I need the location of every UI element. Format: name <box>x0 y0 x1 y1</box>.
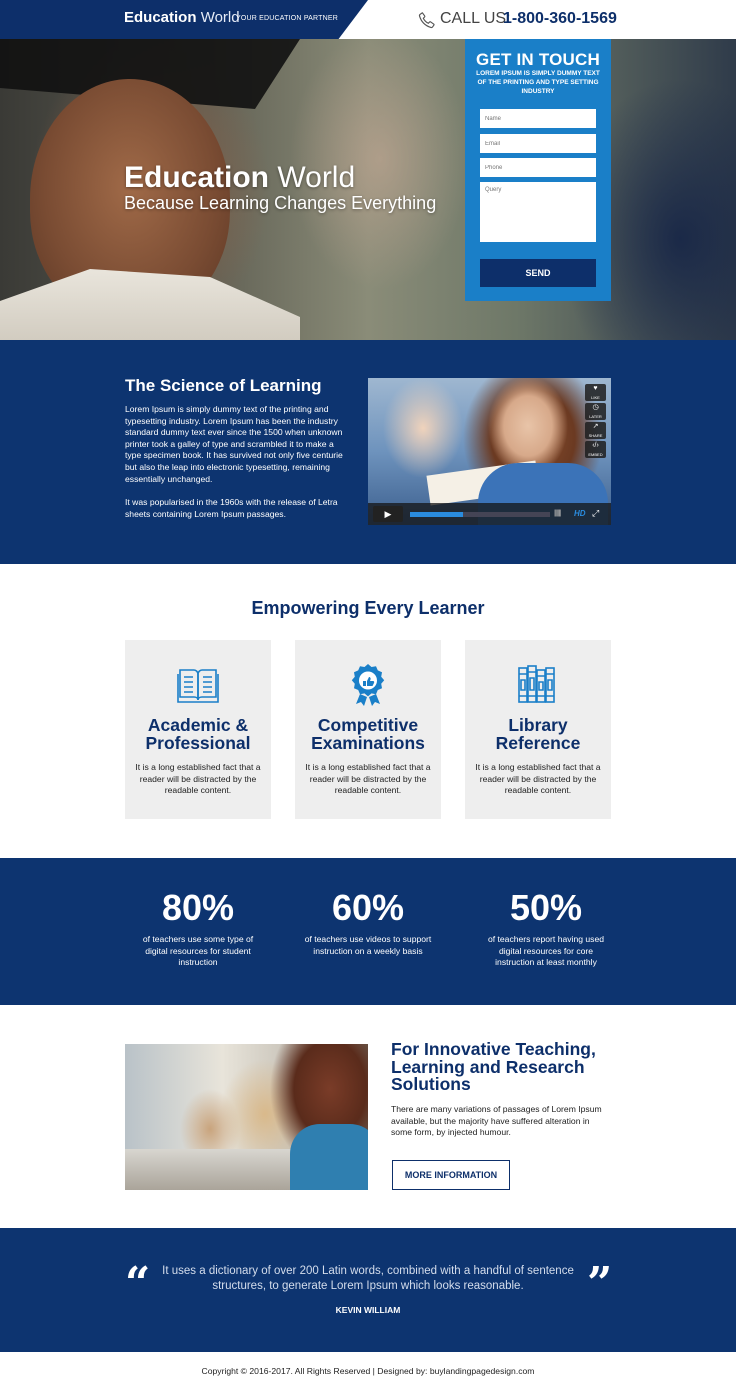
stat-value: 60% <box>331 887 405 928</box>
stat-text: of teachers use some type of digital res… <box>142 934 254 968</box>
card-title-line-1: Academic & <box>147 715 249 735</box>
volume-icon[interactable]: |||||||| <box>554 510 561 517</box>
stat-value: 80% <box>161 887 235 928</box>
hero-gown-shape <box>0 269 300 340</box>
call-number[interactable]: 1-800-360-1569 <box>503 10 617 28</box>
site-header: Education World YOUR EDUCATION PARTNER C… <box>0 0 736 39</box>
later-label: LATER <box>589 414 602 419</box>
award-badge-icon <box>351 664 385 706</box>
query-field[interactable] <box>480 182 596 242</box>
hero-title-bold: Education <box>124 161 270 194</box>
share-label: SHARE <box>588 433 603 438</box>
share-button[interactable]: ↗ SHARE <box>585 422 606 439</box>
video-player[interactable]: ♥ LIKE ◷ LATER ↗ SHARE ‹/› EMBED ▶ |||||||| … <box>368 378 611 525</box>
tagline: YOUR EDUCATION PARTNER <box>236 15 339 22</box>
stat-item: 50% of teachers report having used digit… <box>473 888 619 969</box>
play-icon[interactable]: ▶ <box>373 506 403 522</box>
card-title: Library Reference <box>465 716 611 752</box>
logo-light: World <box>200 9 240 26</box>
contact-form: GET IN TOUCH LOREM IPSUM IS SIMPLY DUMMY… <box>465 39 611 301</box>
hero-title: Education World <box>124 161 355 195</box>
empowering-title: Empowering Every Learner <box>251 598 485 618</box>
feature-card-academic: Academic & Professional It is a long est… <box>125 640 271 819</box>
name-field[interactable] <box>480 109 596 128</box>
stat-text: of teachers use videos to support instru… <box>304 934 432 956</box>
more-information-button[interactable]: MORE INFORMATION <box>392 1160 510 1190</box>
card-text: It is a long established fact that a rea… <box>305 762 431 796</box>
card-text: It is a long established fact that a rea… <box>135 762 261 796</box>
stat-value: 50% <box>509 887 583 928</box>
seek-progress <box>410 512 464 517</box>
stat-item: 80% of teachers use some type of digital… <box>125 888 271 969</box>
feature-card-competitive: Competitive Examinations It is a long es… <box>295 640 441 819</box>
science-section: The Science of Learning Lorem Ipsum is s… <box>0 340 736 564</box>
watch-later-button[interactable]: ◷ LATER <box>585 403 606 420</box>
card-title: Competitive Examinations <box>295 716 441 752</box>
open-quote-icon: “ <box>125 1258 151 1309</box>
hd-toggle[interactable]: HD <box>574 509 586 518</box>
innovative-title: For Innovative Teaching, Learning and Re… <box>391 1039 596 1094</box>
open-book-icon <box>177 669 219 703</box>
send-button[interactable]: SEND <box>480 259 596 287</box>
video-side-controls: ♥ LIKE ◷ LATER ↗ SHARE ‹/› EMBED <box>585 384 606 460</box>
stat-item: 60% of teachers use videos to support in… <box>295 888 441 957</box>
video-control-bar: ▶ |||||||| HD ⤢ <box>368 503 611 525</box>
hero-title-light: World <box>277 161 356 194</box>
phone-field[interactable] <box>480 158 596 177</box>
hero-subtitle: Because Learning Changes Everything <box>124 193 437 213</box>
stats-section: 80% of teachers use some type of digital… <box>0 858 736 1005</box>
card-title-line-2: Examinations <box>311 733 425 753</box>
share-icon: ↗ <box>592 423 599 430</box>
logo-bold: Education <box>124 9 197 26</box>
books-shelf-icon <box>518 665 555 703</box>
innovative-text: There are many variations of passages of… <box>391 1104 602 1138</box>
site-logo[interactable]: Education World <box>124 9 240 26</box>
classroom-student-shape <box>290 1124 368 1190</box>
close-quote-icon: ” <box>587 1258 613 1309</box>
form-subtitle: LOREM IPSUM IS SIMPLY DUMMY TEXT OF THE … <box>476 70 600 95</box>
classroom-photo <box>125 1044 368 1190</box>
embed-label: EMBED <box>588 452 603 457</box>
card-title-line-2: Professional <box>145 733 251 753</box>
card-title: Academic & Professional <box>125 716 271 752</box>
heart-icon: ♥ <box>593 385 598 392</box>
like-label: LIKE <box>591 395 600 400</box>
card-text: It is a long established fact that a rea… <box>475 762 601 796</box>
testimonial-author: KEVIN WILLIAM <box>335 1305 401 1315</box>
like-button[interactable]: ♥ LIKE <box>585 384 606 401</box>
form-title: GET IN TOUCH <box>476 50 600 69</box>
card-title-line-2: Reference <box>495 733 581 753</box>
testimonial-section: “ It uses a dictionary of over 200 Latin… <box>0 1228 736 1352</box>
card-title-line-1: Competitive <box>317 715 419 735</box>
phone-icon <box>418 12 435 29</box>
hero-banner: Education World Because Learning Changes… <box>0 39 736 340</box>
site-footer: Copyright © 2016-2017. All Rights Reserv… <box>0 1352 736 1391</box>
card-title-line-1: Library <box>508 715 568 735</box>
testimonial-quote: It uses a dictionary of over 200 Latin w… <box>162 1265 574 1292</box>
embed-button[interactable]: ‹/› EMBED <box>585 441 606 458</box>
email-field[interactable] <box>480 134 596 153</box>
fullscreen-icon[interactable]: ⤢ <box>592 508 599 519</box>
footer-copyright: Copyright © 2016-2017. All Rights Reserv… <box>201 1366 535 1376</box>
code-icon: ‹/› <box>592 442 599 449</box>
clock-icon: ◷ <box>592 404 599 411</box>
science-paragraph-2: It was popularised in the 1960s with the… <box>125 497 338 519</box>
stat-text: of teachers report having used digital r… <box>487 934 605 968</box>
seek-bar[interactable] <box>410 512 550 517</box>
science-title: The Science of Learning <box>125 376 322 395</box>
science-paragraph-1: Lorem Ipsum is simply dummy text of the … <box>125 404 343 484</box>
call-label: CALL US: <box>440 10 511 27</box>
feature-card-library: Library Reference It is a long establish… <box>465 640 611 819</box>
